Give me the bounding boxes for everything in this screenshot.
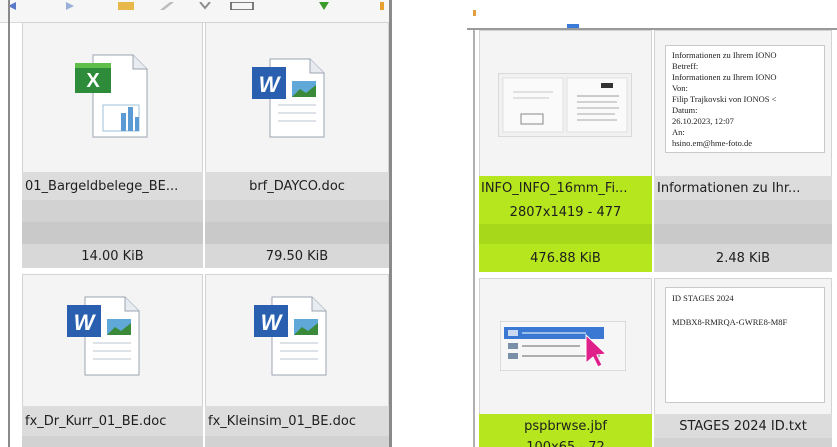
file-info-row	[22, 200, 203, 222]
left-file-grid: X 01_Bargeldbelege_BE... 14.00 KiB W brf…	[0, 0, 392, 447]
svg-text:X: X	[86, 70, 100, 92]
preview-line: Filip Trajkovski von IONOS <	[672, 94, 777, 104]
image-preview-icon	[498, 73, 632, 137]
edit-icon[interactable]	[160, 2, 174, 10]
file-info-row	[205, 436, 389, 447]
file-info-row	[654, 200, 832, 224]
down-arrow-icon[interactable]	[318, 2, 330, 10]
forward-arrow-icon[interactable]	[64, 2, 76, 10]
file-thumbnail[interactable]	[479, 30, 652, 176]
file-name[interactable]: 01_Bargeldbelege_BE...	[22, 172, 203, 200]
file-name[interactable]: brf_DAYCO.doc	[205, 172, 389, 200]
file-info-row	[654, 438, 832, 447]
svg-text:W: W	[261, 310, 284, 335]
toolbar-strip	[467, 0, 837, 30]
file-thumbnail[interactable]: W	[205, 22, 389, 172]
svg-text:W: W	[259, 72, 282, 97]
preview-line: An:	[672, 127, 685, 137]
file-name[interactable]: fx_Kleinsim_01_BE.doc	[205, 406, 389, 436]
svg-text:W: W	[74, 310, 97, 335]
file-info-row	[22, 436, 203, 447]
file-thumbnail[interactable]: Informationen zu Ihrem IONO Betreff: Infor…	[654, 30, 832, 176]
file-info-row	[205, 222, 389, 244]
more-icon[interactable]	[380, 2, 386, 10]
preview-line: hsino.em@hme-foto.de	[672, 138, 753, 148]
toolbar-marker-icon	[473, 10, 476, 16]
folder-icon[interactable]	[118, 2, 134, 10]
file-size: 476.88 KiB	[479, 244, 652, 272]
text-preview: Informationen zu Ihrem IONO Betreff: Infor…	[665, 45, 825, 153]
word-file-icon: W	[63, 295, 153, 381]
preview-line: Informationen zu Ihrem IONO	[672, 50, 777, 60]
file-thumbnail[interactable]	[479, 278, 652, 414]
preview-line: Von:	[672, 83, 688, 93]
file-name[interactable]: STAGES 2024 ID.txt	[654, 414, 832, 438]
text-preview: ID STAGES 2024 MDBX8-RMRQA-GWRE8-M8F	[665, 287, 825, 403]
file-info-row	[22, 222, 203, 244]
image-dimensions: 2807x1419 - 477	[479, 200, 652, 224]
file-thumbnail[interactable]: W	[205, 274, 389, 406]
preview-line: Betreff:	[672, 61, 699, 71]
word-file-icon: W	[248, 57, 338, 143]
preview-line: 26.10.2023, 12:07	[672, 116, 734, 126]
column-divider	[8, 0, 10, 447]
preview-line	[672, 304, 818, 316]
view-icon[interactable]	[230, 2, 254, 10]
toolbar-strip	[0, 0, 392, 23]
excel-file-icon: X	[71, 53, 161, 145]
right-file-grid: INFO_INFO_16mm_Fi... 2807x1419 - 477 476…	[467, 0, 837, 447]
column-divider	[389, 0, 392, 447]
preview-line: Informationen zu Ihrem IONO	[672, 72, 777, 82]
cut-icon[interactable]	[198, 2, 212, 10]
file-size: 2.48 KiB	[654, 244, 832, 272]
file-name[interactable]: INFO_INFO_16mm_Fi...	[479, 176, 652, 200]
file-size: 79.50 KiB	[205, 244, 389, 268]
word-file-icon: W	[250, 295, 340, 381]
image-preview-icon	[499, 320, 627, 372]
file-size: 14.00 KiB	[22, 244, 203, 268]
file-name[interactable]: Informationen zu Ihr...	[654, 176, 832, 200]
preview-line: Datum:	[672, 105, 698, 115]
preview-line: ID STAGES 2024	[672, 293, 734, 303]
file-info-row	[654, 224, 832, 244]
file-info-row	[479, 224, 652, 244]
file-thumbnail[interactable]: ID STAGES 2024 MDBX8-RMRQA-GWRE8-M8F	[654, 278, 832, 414]
preview-line: MDBX8-RMRQA-GWRE8-M8F	[672, 317, 788, 327]
file-name[interactable]: pspbrwse.jbf	[479, 414, 652, 438]
file-thumbnail[interactable]: W	[22, 274, 203, 406]
file-name[interactable]: fx_Dr_Kurr_01_BE.doc	[22, 406, 203, 436]
column-divider	[473, 30, 475, 447]
image-dimensions: 100x65 - 72	[479, 438, 652, 447]
file-thumbnail[interactable]: X	[22, 22, 203, 172]
file-info-row	[205, 200, 389, 222]
